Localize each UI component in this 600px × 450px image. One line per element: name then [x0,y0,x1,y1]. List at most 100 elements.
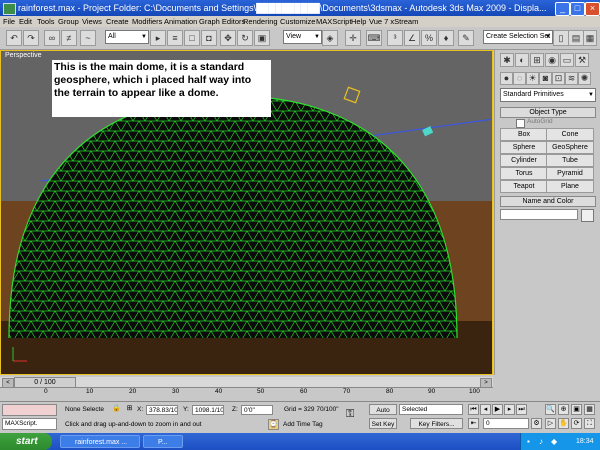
teapot-button[interactable]: Teapot [500,180,548,193]
menu-graph-editors[interactable]: Graph Editors [199,16,245,27]
maxscript-listener-pink[interactable] [2,404,57,416]
next-frame-icon[interactable]: ▸ [504,404,515,415]
utilities-tab-icon[interactable]: ⚒ [575,53,589,67]
select-object-icon[interactable]: ▸ [150,30,166,46]
align-icon[interactable]: ▤ [568,30,584,46]
cameras-icon[interactable]: ◙ [539,72,552,85]
menu-file[interactable]: File [3,16,15,27]
reference-coordinate-select[interactable]: View ▼ [283,30,322,44]
autogrid-checkbox[interactable] [516,119,525,128]
geosphere-button[interactable]: GeoSphere [546,141,594,154]
add-time-tag-button[interactable]: Add Time Tag [283,420,323,430]
pan-icon[interactable]: ✋ [558,418,569,429]
go-to-end-icon[interactable]: ⏭ [516,404,527,415]
bind-space-warp-icon[interactable]: ~ [80,30,96,46]
time-tag-icon[interactable]: ⌚ [268,419,279,430]
torus-button[interactable]: Torus [500,167,548,180]
move-icon[interactable]: ✥ [220,30,236,46]
zoom-extents-all-icon[interactable]: ▦ [584,404,595,415]
zoom-all-icon[interactable]: ⊕ [558,404,569,415]
space-warps-icon[interactable]: ≋ [565,72,578,85]
select-by-name-icon[interactable]: ≡ [167,30,183,46]
geometry-icon[interactable]: ● [500,72,513,85]
close-button[interactable]: × [585,2,600,16]
spinner-snap-icon[interactable]: ♦ [438,30,454,46]
selection-filter-select[interactable]: All ▼ [105,30,149,44]
undo-icon[interactable]: ↶ [6,30,22,46]
keyboard-shortcut-icon[interactable]: ⌨ [366,30,382,46]
create-tab-icon[interactable]: ✱ [500,53,514,67]
layer-manager-icon[interactable]: ▦ [583,30,597,46]
perspective-viewport[interactable]: Perspective This is the main dome, it is… [0,50,493,375]
orbit-icon[interactable]: ⟳ [571,418,582,429]
key-mode-toggle-icon[interactable]: ⇤ [468,418,479,429]
menu-customize[interactable]: Customize [280,16,315,27]
lights-icon[interactable]: ☀ [526,72,539,85]
taskbar-item-secondary[interactable]: P... [143,435,183,448]
previous-frame-icon[interactable]: ◂ [480,404,491,415]
category-select[interactable]: Standard Primitives ▼ [500,88,596,102]
sphere-button[interactable]: Sphere [500,141,548,154]
modify-tab-icon[interactable]: ◐ [515,53,529,67]
z-coordinate-field[interactable]: 0'0" [241,405,273,415]
maximize-viewport-icon[interactable]: ⛶ [584,418,595,429]
x-coordinate-field[interactable]: 378.83/10 [146,405,178,415]
security-icon[interactable]: ◆ [551,433,557,450]
hierarchy-tab-icon[interactable]: ⊞ [530,53,544,67]
key-mode-select[interactable]: Selected [399,404,463,415]
snap-toggle-icon[interactable]: ³ [387,30,403,46]
clock[interactable]: 18:34 [576,433,594,450]
named-selection-set-field[interactable]: Create Selection Set ▼ [483,30,553,44]
maximize-button[interactable]: □ [570,2,585,16]
current-frame-field[interactable]: 0 [483,418,529,429]
absolute-mode-icon[interactable]: ⊞ [124,404,135,415]
set-key-button[interactable]: Set Key [369,418,397,429]
shapes-icon[interactable]: ◌ [513,72,526,85]
start-button[interactable]: start [0,433,52,450]
motion-tab-icon[interactable]: ◉ [545,53,559,67]
play-icon[interactable]: ▶ [492,404,503,415]
key-filters-button[interactable]: Key Filters... [410,418,463,429]
object-color-swatch[interactable] [581,209,594,222]
zoom-icon[interactable]: 🔍 [545,404,556,415]
menu-rendering[interactable]: Rendering [243,16,278,27]
rotate-icon[interactable]: ↻ [237,30,253,46]
edit-named-selection-icon[interactable]: ✎ [458,30,474,46]
link-icon[interactable]: ∞ [44,30,60,46]
selection-region-icon[interactable]: □ [184,30,200,46]
scale-icon[interactable]: ▣ [254,30,270,46]
menu-create[interactable]: Create [106,16,129,27]
menu-views[interactable]: Views [82,16,102,27]
lock-selection-icon[interactable]: 🔒 [111,404,122,415]
box-button[interactable]: Box [500,128,548,141]
field-of-view-icon[interactable]: ▷ [545,418,556,429]
menu-vue-xstream[interactable]: Vue 7 xStream [369,16,418,27]
menu-edit[interactable]: Edit [19,16,32,27]
menu-maxscript[interactable]: MAXScript [316,16,351,27]
helpers-icon[interactable]: ⊡ [552,72,565,85]
plane-button[interactable]: Plane [546,180,594,193]
volume-icon[interactable]: ♪ [539,433,543,450]
redo-icon[interactable]: ↷ [23,30,39,46]
menu-tools[interactable]: Tools [37,16,55,27]
auto-key-button[interactable]: Auto Key [369,404,397,425]
percent-snap-icon[interactable]: % [421,30,437,46]
go-to-start-icon[interactable]: ⏮ [468,404,479,415]
viewport-label[interactable]: Perspective [5,52,42,59]
track-bar[interactable] [0,387,493,402]
window-crossing-icon[interactable]: ◘ [201,30,217,46]
name-and-color-rollout[interactable]: Name and Color [500,196,596,207]
network-icon[interactable]: ▪ [527,433,530,450]
object-name-field[interactable] [500,209,578,220]
taskbar-item-rainforest[interactable]: rainforest.max ... [60,435,140,448]
menu-modifiers[interactable]: Modifiers [132,16,162,27]
menu-help[interactable]: Help [351,16,366,27]
unlink-icon[interactable]: ≠ [61,30,77,46]
zoom-extents-icon[interactable]: ▣ [571,404,582,415]
display-tab-icon[interactable]: ▭ [560,53,574,67]
systems-icon[interactable]: ✺ [578,72,591,85]
menu-animation[interactable]: Animation [164,16,197,27]
menu-group[interactable]: Group [58,16,79,27]
maxscript-listener[interactable]: MAXScript. [2,418,57,430]
pyramid-button[interactable]: Pyramid [546,167,594,180]
